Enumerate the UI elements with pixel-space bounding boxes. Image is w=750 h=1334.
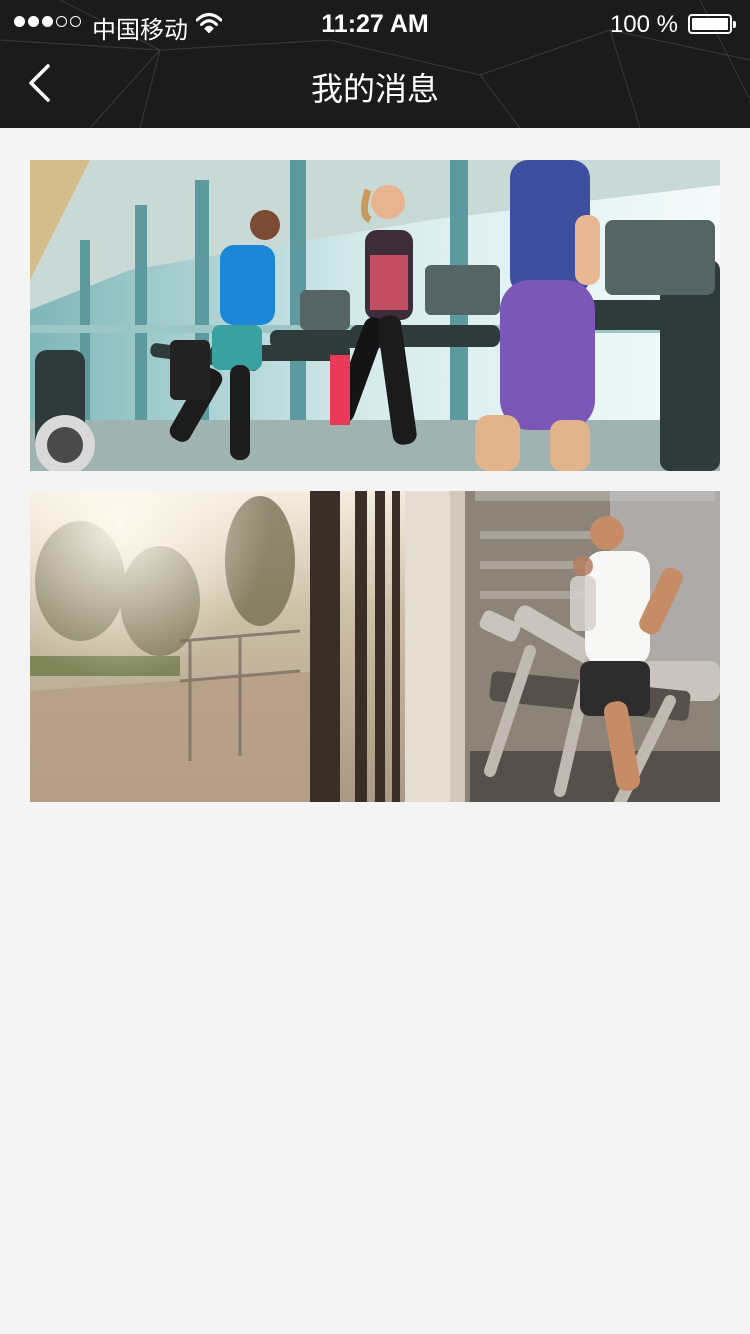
nav-header: 中国移动 11:27 AM 100 % 我的消息 <box>0 0 750 128</box>
battery-icon <box>688 14 736 34</box>
gym-treadmill-runners-photo <box>30 160 720 471</box>
status-bar: 中国移动 11:27 AM 100 % <box>0 0 750 48</box>
battery-percentage: 100 % <box>609 11 678 38</box>
message-image-card[interactable] <box>30 491 720 802</box>
gym-window-treadmill-photo <box>30 491 720 802</box>
message-image-card[interactable] <box>30 160 720 471</box>
page-title: 我的消息 <box>310 70 439 108</box>
